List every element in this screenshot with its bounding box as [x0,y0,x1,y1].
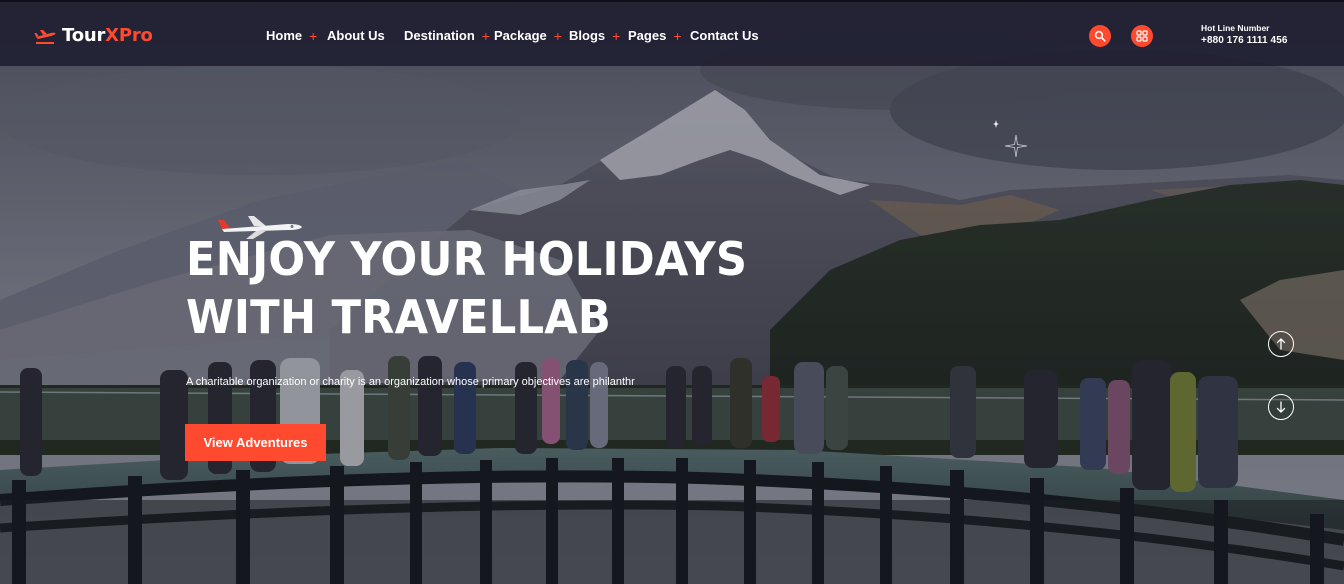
submenu-plus-icon: + [309,27,318,44]
nav-item-label: Pages [628,28,667,43]
hotline-label: Hot Line Number [1201,23,1270,33]
nav-item-label: Home [266,28,303,43]
submenu-plus-icon: + [553,27,562,44]
slide-up-button[interactable] [1268,331,1294,357]
nav-item-label: Package [494,28,547,43]
submenu-plus-icon: + [481,27,490,44]
submenu-plus-icon: + [612,27,621,44]
view-adventures-button[interactable]: View Adventures [185,424,326,461]
brand-name-accent: XPro [105,25,153,46]
brand-name-primary: Tour [62,25,106,46]
nav-item-about-us[interactable]: About Us [327,28,385,43]
hotline-number-link[interactable]: +880 176 1111 456 [1201,34,1288,47]
submenu-plus-icon: + [673,27,682,44]
arrow-up-icon [1276,338,1286,350]
hotline: Hot Line Number +880 176 1111 456 [1201,23,1288,47]
menu-grid-button[interactable] [1131,25,1153,47]
nav-item-label: About Us [327,28,385,43]
sparkle-icon [993,120,999,128]
nav-item-package[interactable]: Package + [494,28,562,43]
nav-item-home[interactable]: Home + [266,28,317,43]
nav-item-pages[interactable]: Pages + [628,28,682,43]
search-button[interactable] [1089,25,1111,47]
airplane-logo-icon [34,29,56,44]
nav-item-label: Contact Us [690,28,759,43]
grid-icon [1136,30,1148,42]
nav-item-label: Blogs [569,28,606,43]
nav-item-blogs[interactable]: Blogs + [569,28,620,43]
site-header: TourXPro Home + About Us Destination + P… [0,0,1344,66]
hero-title-line-2: WITH TRAVELLAB [186,290,612,344]
brand-name: TourXPro [62,25,153,46]
slide-down-button[interactable] [1268,394,1294,420]
hero-title: ENJOY YOUR HOLIDAYS WITH TRAVELLAB [186,230,788,346]
nav-item-label: Destination [404,28,475,43]
sparkle-outline-icon [1004,134,1028,158]
search-icon [1094,30,1106,42]
hero-description: A charitable organization or charity is … [186,376,635,388]
nav-item-contact-us[interactable]: Contact Us [690,28,759,43]
nav-item-destination[interactable]: Destination + [404,28,490,43]
hero-section: ENJOY YOUR HOLIDAYS WITH TRAVELLAB A cha… [0,0,1344,584]
brand-logo[interactable]: TourXPro [34,25,153,46]
hero-title-line-1: ENJOY YOUR HOLIDAYS [186,232,748,286]
arrow-down-icon [1276,401,1286,413]
